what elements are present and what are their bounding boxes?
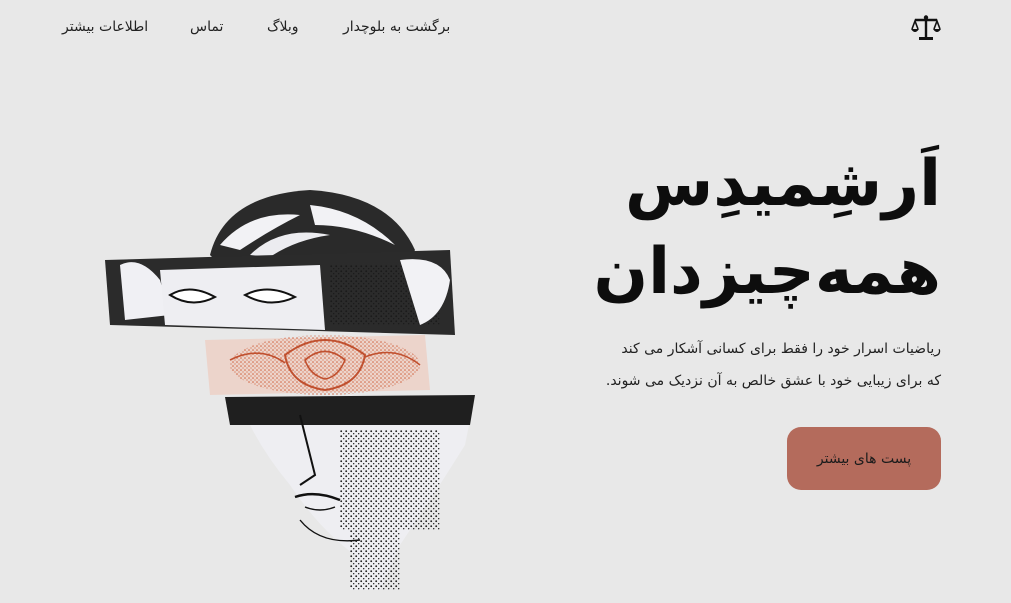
rose-band: [205, 335, 430, 395]
hero-description-line-2: که برای زیبایی خود با عشق خالص به آن نزد…: [605, 373, 941, 389]
eyes-band: [105, 250, 455, 335]
hero-description-line-1: ریاضیات اسرار خود را فقط برای کسانی آشکا…: [621, 341, 941, 357]
hero-title: اَرشِمیدِس همه‌چیزدان: [593, 140, 941, 316]
more-posts-button[interactable]: پست های بیشتر: [787, 427, 941, 490]
nav-link-back[interactable]: برگشت به بلوچدار: [343, 19, 450, 35]
scales-icon[interactable]: [910, 14, 942, 42]
hero-title-line-1: اَرشِمیدِس: [624, 147, 941, 221]
nav-link-blog[interactable]: وبلاگ: [267, 19, 299, 35]
hero-title-line-2: همه‌چیزدان: [593, 235, 941, 309]
top-navigation: اطلاعات بیشتر تماس وبلاگ برگشت به بلوچدا…: [0, 0, 1011, 60]
nav-link-more-info[interactable]: اطلاعات بیشتر: [62, 19, 148, 35]
lower-face: [225, 395, 475, 590]
sculpture-head-illustration: [105, 190, 475, 590]
hero-description: ریاضیات اسرار خود را فقط برای کسانی آشکا…: [606, 333, 941, 397]
nav-link-contact[interactable]: تماس: [190, 19, 223, 35]
hair-top: [210, 190, 415, 260]
